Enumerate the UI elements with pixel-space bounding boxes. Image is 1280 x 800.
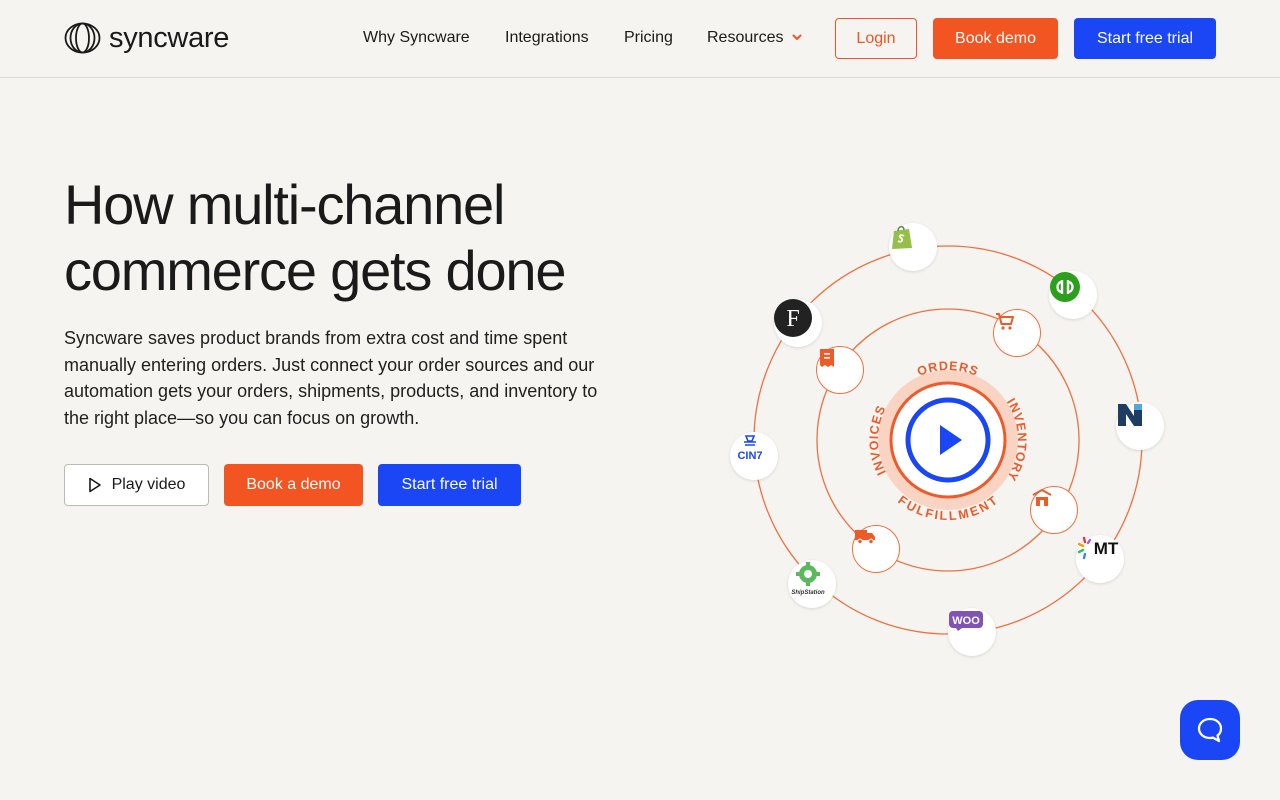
f-logo: F — [774, 299, 822, 347]
hero-start-trial-button[interactable]: Start free trial — [378, 464, 521, 506]
invoice-stage-node — [816, 346, 864, 394]
play-video-button[interactable]: Play video — [64, 464, 209, 506]
chevron-down-icon[interactable] — [791, 28, 803, 48]
shipstation-icon: ShipStation — [791, 562, 825, 596]
cin7-logo: CIN7 — [730, 432, 778, 480]
brand-logo[interactable]: syncware — [64, 22, 229, 54]
woocommerce-logo: WOO — [948, 608, 996, 656]
quickbooks-icon — [1050, 272, 1080, 302]
integration-diagram: ORDERS INVENTORY FULFILLMENT INVOICES F … — [700, 210, 1180, 670]
shopify-logo — [889, 223, 937, 271]
nav-pricing[interactable]: Pricing — [624, 28, 673, 48]
book-demo-button[interactable]: Book demo — [933, 18, 1058, 59]
chat-icon — [1197, 717, 1223, 743]
f-brand-icon: F — [774, 299, 812, 337]
nav-why-syncware[interactable]: Why Syncware — [363, 28, 470, 48]
brand-name: syncware — [109, 22, 230, 54]
hero-title-line1: How multi-channel — [64, 173, 505, 236]
woocommerce-icon: WOO — [949, 611, 983, 631]
play-video-label: Play video — [111, 476, 186, 493]
login-button[interactable]: Login — [835, 18, 917, 59]
mt-logo-text: MT — [1094, 539, 1119, 558]
shipstation-logo: ShipStation — [788, 560, 836, 608]
nav-resources[interactable]: Resources — [707, 28, 783, 48]
cart-stage-node — [993, 309, 1041, 357]
mt-icon: MT — [1077, 536, 1119, 560]
woo-logo-text: WOO — [952, 615, 980, 627]
site-header: syncware Why Syncware Integrations Prici… — [0, 0, 1280, 78]
mt-logo: MT — [1076, 535, 1124, 583]
shopify-icon — [892, 225, 912, 249]
play-icon — [88, 477, 101, 493]
cart-icon — [996, 313, 1014, 330]
cin7-icon: CIN7 — [737, 435, 763, 462]
hero-title-line2: commerce gets done — [64, 239, 567, 302]
f-logo-letter: F — [786, 306, 799, 332]
hero-description: Syncware saves product brands from extra… — [64, 328, 598, 428]
book-a-demo-button[interactable]: Book a demo — [224, 464, 363, 506]
cin7-logo-text: CIN7 — [737, 450, 762, 462]
chat-launcher-button[interactable] — [1180, 700, 1240, 760]
syncware-logo-icon — [64, 22, 101, 54]
fulfillment-stage-node — [852, 525, 900, 573]
nav-integrations[interactable]: Integrations — [505, 28, 589, 48]
shipstation-logo-text: ShipStation — [791, 590, 825, 596]
warehouse-icon — [1032, 488, 1052, 506]
quickbooks-logo — [1049, 271, 1097, 319]
hero-title: How multi-channel commerce gets done — [64, 172, 664, 304]
start-trial-button[interactable]: Start free trial — [1074, 18, 1216, 59]
netsuite-icon — [1118, 404, 1142, 426]
truck-icon — [855, 530, 875, 545]
inventory-stage-node — [1030, 486, 1078, 534]
netsuite-logo — [1116, 402, 1164, 450]
receipt-icon — [820, 349, 834, 367]
